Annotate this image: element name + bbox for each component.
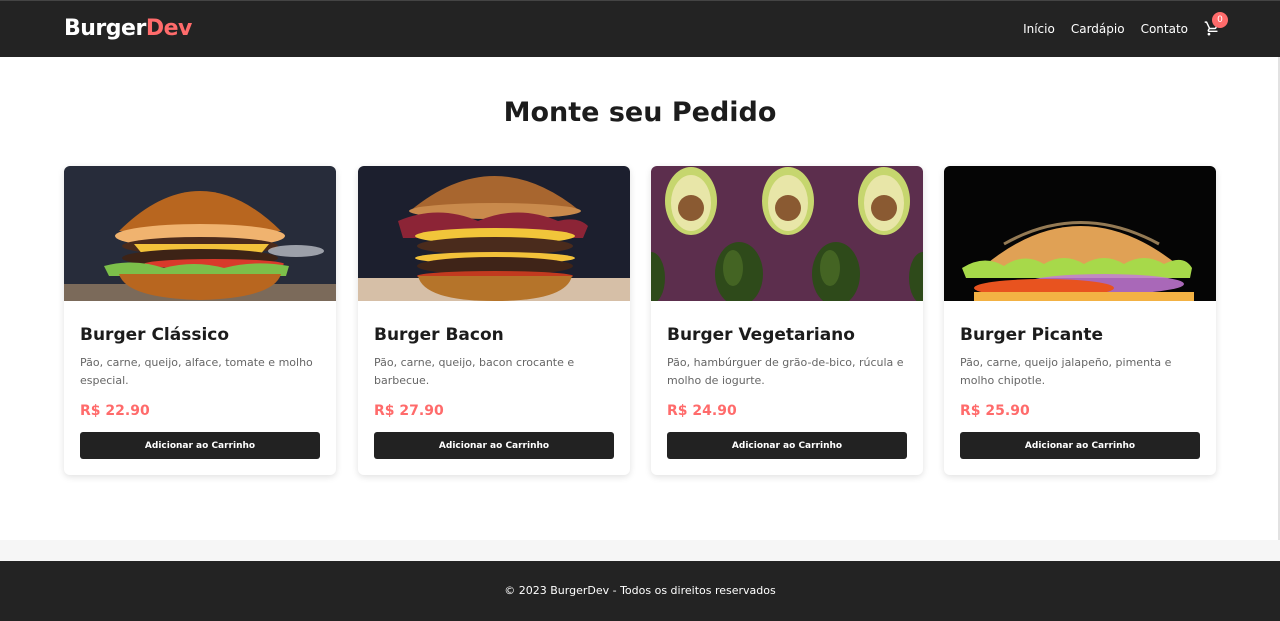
add-to-cart-button[interactable]: Adicionar ao Carrinho (80, 432, 320, 459)
product-card-vegetariano: Burger Vegetariano Pão, hambúrguer de gr… (651, 166, 923, 475)
avocado-image (651, 166, 923, 301)
nav-links: Início Cardápio Contato 0 (1007, 12, 1228, 38)
product-description: Pão, carne, queijo, alface, tomate e mol… (80, 356, 313, 387)
footer: © 2023 BurgerDev - Todos os direitos res… (0, 561, 1280, 621)
product-card-picante: Burger Picante Pão, carne, queijo jalape… (944, 166, 1216, 475)
bacon-burger-image (358, 166, 630, 301)
brand-logo[interactable]: BurgerDev (64, 16, 192, 41)
main-content: Monte seu Pedido Burger Clássico Pão, ca… (0, 57, 1280, 540)
product-price: R$ 25.90 (960, 403, 1030, 419)
product-description: Pão, carne, queijo jalapeño, pimenta e m… (960, 356, 1172, 387)
brand-logo-part1: Burger (64, 16, 146, 41)
spicy-burger-image (944, 166, 1216, 301)
product-description: Pão, hambúrguer de grão-de-bico, rúcula … (667, 356, 904, 387)
product-price: R$ 22.90 (80, 403, 150, 419)
add-to-cart-button[interactable]: Adicionar ao Carrinho (960, 432, 1200, 459)
brand-logo-part2: Dev (145, 16, 193, 41)
cart-count-badge: 0 (1212, 12, 1228, 28)
product-name: Burger Vegetariano (667, 325, 855, 345)
add-to-cart-button[interactable]: Adicionar ao Carrinho (667, 432, 907, 459)
product-name: Burger Bacon (374, 325, 504, 345)
nav-link-inicio[interactable]: Início (1023, 22, 1055, 36)
product-card-classico: Burger Clássico Pão, carne, queijo, alfa… (64, 166, 336, 475)
footer-text: © 2023 BurgerDev - Todos os direitos res… (504, 584, 776, 597)
page-title: Monte seu Pedido (503, 97, 777, 128)
classic-burger-image (64, 166, 336, 301)
add-to-cart-button[interactable]: Adicionar ao Carrinho (374, 432, 614, 459)
product-price: R$ 24.90 (667, 403, 737, 419)
product-name: Burger Picante (960, 325, 1104, 345)
section-divider (0, 540, 1280, 561)
product-name: Burger Clássico (80, 325, 230, 345)
navbar: BurgerDev Início Cardápio Contato 0 (0, 0, 1280, 57)
nav-link-contato[interactable]: Contato (1141, 22, 1188, 36)
product-card-bacon: Burger Bacon Pão, carne, queijo, bacon c… (358, 166, 630, 475)
cart-button[interactable]: 0 (1204, 12, 1228, 38)
nav-link-cardapio[interactable]: Cardápio (1071, 22, 1125, 36)
product-description: Pão, carne, queijo, bacon crocante e bar… (374, 356, 575, 387)
product-price: R$ 27.90 (374, 403, 444, 419)
